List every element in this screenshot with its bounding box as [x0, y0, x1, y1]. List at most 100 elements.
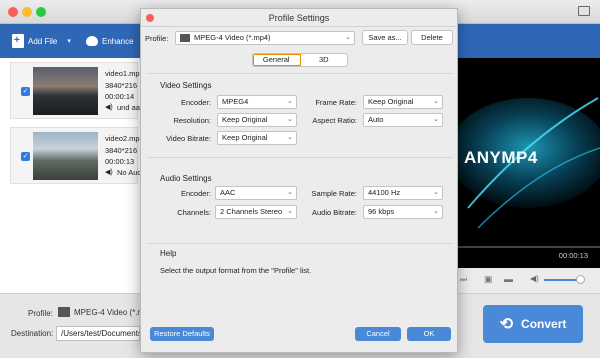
chevron-down-icon: ⌄ [433, 98, 439, 105]
sample-rate-label: Sample Rate: [311, 189, 357, 198]
audio-bitrate-select[interactable]: 96 kbps ⌄ [363, 205, 443, 219]
snapshot-icon[interactable]: ▣ [484, 274, 493, 285]
chevron-down-icon: ⌄ [433, 189, 439, 196]
frame-rate-value: Keep Original [368, 97, 414, 106]
resolution-value: Keep Original [222, 115, 268, 124]
profile-settings-dialog: Profile Settings Profile: MPEG-4 Video (… [140, 8, 458, 353]
dialog-close-button[interactable] [146, 14, 154, 22]
chevron-down-icon: ⌄ [433, 208, 439, 215]
chevron-down-icon: ⌄ [345, 34, 351, 41]
dialog-profile-select[interactable]: MPEG-4 Video (*.mp4) ⌄ [175, 31, 355, 45]
chevron-down-icon: ⌄ [287, 98, 293, 105]
convert-label: Convert [521, 317, 567, 331]
preview-time: 00:00:13 [558, 251, 588, 260]
speaker-icon: ◀) [105, 169, 113, 176]
file-list: ✓ video1.mp... 3840*216 00:00:14 ◀) und … [0, 58, 146, 293]
tab-general[interactable]: General [253, 54, 301, 66]
palette-icon [86, 36, 98, 46]
frame-rate-select[interactable]: Keep Original ⌄ [363, 95, 443, 109]
add-file-label: Add File [28, 36, 58, 46]
video-format-icon [180, 34, 190, 43]
video-encoder-select[interactable]: MPEG4 ⌄ [217, 95, 297, 109]
video-bitrate-select[interactable]: Keep Original ⌄ [217, 131, 297, 145]
volume-slider[interactable] [544, 279, 578, 281]
frame-rate-label: Frame Rate: [315, 98, 357, 107]
chevron-down-icon: ⌄ [287, 189, 293, 196]
audio-bitrate-label: Audio Bitrate: [311, 208, 357, 217]
video-bitrate-value: Keep Original [222, 133, 268, 142]
dialog-title: Profile Settings [141, 9, 457, 27]
channels-value: 2 Channels Stereo [220, 207, 283, 216]
player-controls: ⏭ ▣ ▬ ◀) [458, 268, 600, 292]
help-text: Select the output format from the "Profi… [160, 266, 312, 275]
file-resolution: 3840*216 [105, 81, 138, 90]
resolution-label: Resolution: [173, 116, 211, 125]
zoom-window-button[interactable] [36, 7, 46, 17]
divider [147, 73, 453, 74]
dialog-profile-label: Profile: [145, 34, 169, 43]
enhance-button[interactable]: Enhance [86, 33, 134, 49]
divider [147, 157, 453, 158]
feedback-icon[interactable] [578, 6, 590, 16]
volume-knob[interactable] [576, 275, 585, 284]
video-encoder-label: Encoder: [180, 98, 211, 107]
channels-select[interactable]: 2 Channels Stereo ⌄ [215, 205, 297, 219]
video-format-icon [58, 307, 70, 317]
preview-brand-text: ANYMP4 [464, 148, 538, 167]
tab-3d[interactable]: 3D [301, 54, 348, 66]
file-item[interactable]: ✓ video1.mp... 3840*216 00:00:14 ◀) und … [10, 62, 146, 119]
add-file-icon: + [12, 34, 24, 48]
video-encoder-value: MPEG4 [222, 97, 249, 106]
chevron-down-icon: ⌄ [287, 134, 293, 141]
chevron-down-icon: ⌄ [287, 208, 293, 215]
aspect-ratio-label: Aspect Ratio: [312, 116, 357, 125]
aspect-ratio-select[interactable]: Auto ⌄ [363, 113, 443, 127]
save-as-button[interactable]: Save as... [362, 30, 408, 45]
ok-button[interactable]: OK [407, 327, 451, 341]
sample-rate-value: 44100 Hz [368, 188, 401, 197]
profile-label: Profile: [28, 309, 53, 318]
volume-icon[interactable]: ◀) [530, 274, 539, 283]
file-resolution: 3840*216 [105, 146, 138, 155]
chevron-down-icon: ⌄ [287, 116, 293, 123]
cancel-button[interactable]: Cancel [355, 327, 401, 341]
chevron-down-icon[interactable]: ▾ [67, 37, 71, 45]
help-heading: Help [160, 249, 177, 258]
delete-button[interactable]: Delete [411, 30, 453, 45]
speaker-icon: ◀) [105, 104, 113, 111]
convert-button[interactable]: ⟲ Convert [483, 305, 583, 343]
destination-label: Destination: [11, 329, 54, 338]
video-preview: ANYMP4 00:00:13 [458, 58, 600, 268]
file-item[interactable]: ✓ video2.mp 3840*216 00:00:13 ◀) No Aud [10, 127, 142, 184]
audio-encoder-select[interactable]: AAC ⌄ [215, 186, 297, 200]
settings-tabs: General 3D [252, 53, 348, 67]
video-settings-heading: Video Settings [160, 81, 212, 90]
video-thumbnail[interactable] [33, 132, 98, 180]
audio-encoder-label: Encoder: [180, 189, 211, 198]
destination-field[interactable]: /Users/test/Documents/A [56, 326, 140, 341]
chevron-down-icon: ⌄ [433, 116, 439, 123]
channels-label: Channels: [177, 208, 211, 217]
divider [147, 243, 453, 244]
add-file-button[interactable]: + Add File ▾ [12, 33, 71, 49]
audio-encoder-value: AAC [220, 188, 236, 197]
sample-rate-select[interactable]: 44100 Hz ⌄ [363, 186, 443, 200]
audio-settings-heading: Audio Settings [160, 174, 212, 183]
aspect-ratio-value: Auto [368, 115, 384, 124]
file-audio-track[interactable]: No Aud [117, 168, 142, 177]
restore-defaults-button[interactable]: Restore Defaults [150, 327, 214, 341]
skip-end-icon[interactable]: ⏭ [460, 275, 467, 285]
file-name: video2.mp [105, 134, 140, 143]
file-checkbox[interactable]: ✓ [21, 87, 30, 96]
video-thumbnail[interactable] [33, 67, 98, 115]
file-duration: 00:00:13 [105, 157, 135, 166]
enhance-label: Enhance [102, 36, 134, 46]
minimize-window-button[interactable] [22, 7, 32, 17]
audio-bitrate-value: 96 kbps [368, 207, 395, 216]
resolution-select[interactable]: Keep Original ⌄ [217, 113, 297, 127]
convert-icon: ⟲ [499, 316, 514, 333]
close-window-button[interactable] [8, 7, 18, 17]
seek-bar[interactable] [458, 246, 600, 248]
folder-icon[interactable]: ▬ [504, 274, 513, 284]
file-checkbox[interactable]: ✓ [21, 152, 30, 161]
